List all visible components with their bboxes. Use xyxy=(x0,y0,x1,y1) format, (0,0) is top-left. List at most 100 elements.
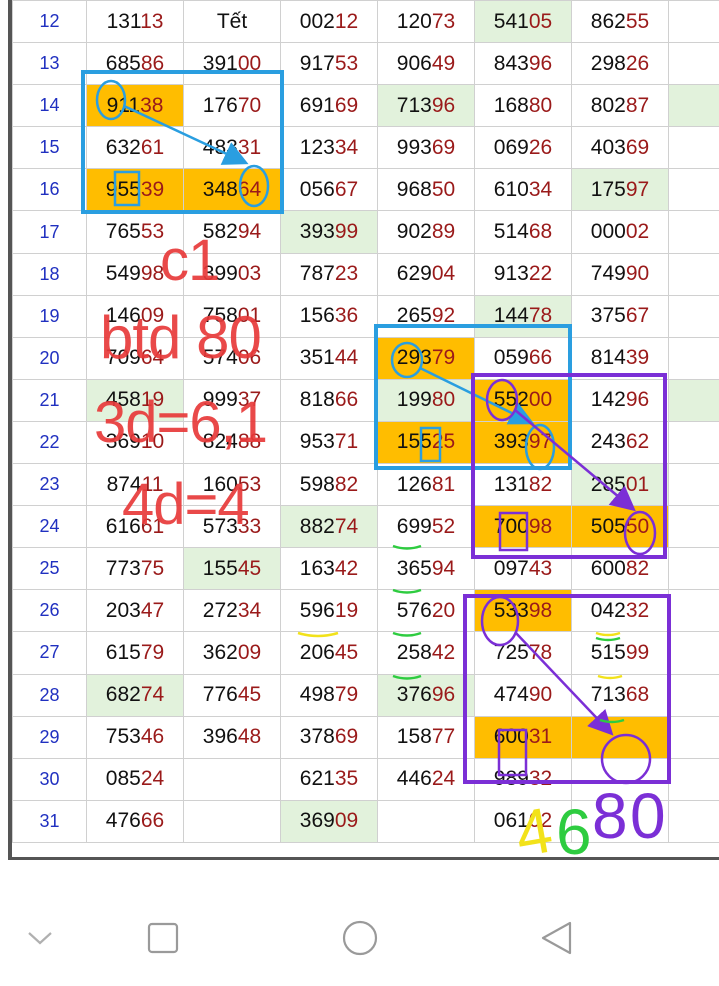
number-tail: 26 xyxy=(625,51,650,75)
result-cell xyxy=(668,715,719,759)
number-head: 913 xyxy=(493,262,529,286)
result-cell: 81866 xyxy=(280,378,378,422)
result-cell: 28501 xyxy=(571,463,669,507)
table-row: 18 54998 39903 78723 62904 91322 74990 xyxy=(12,252,719,296)
number-head: 446 xyxy=(396,767,432,791)
number-tail: 03 xyxy=(237,262,262,286)
number-tail: 44 xyxy=(334,346,359,370)
number-tail: 69 xyxy=(334,725,359,749)
result-cell: 26592 xyxy=(377,294,475,338)
result-cell: 59619 xyxy=(280,589,378,633)
triangle-left-icon[interactable] xyxy=(534,916,578,960)
result-cell xyxy=(668,294,719,338)
number-head: 552 xyxy=(493,388,529,412)
number-tail: 92 xyxy=(431,304,456,328)
number-tail: 24 xyxy=(140,767,165,791)
number-head: 176 xyxy=(202,93,238,117)
number-tail: 80 xyxy=(528,93,553,117)
result-cell: 35144 xyxy=(280,336,378,380)
number-head: 056 xyxy=(299,177,335,201)
number-tail: 09 xyxy=(334,809,359,833)
number-head: 787 xyxy=(299,262,335,286)
table-row: 23 87411 16053 59882 12681 13182 28501 xyxy=(12,463,719,507)
number-head: 610 xyxy=(493,177,529,201)
number-head: 142 xyxy=(590,388,626,412)
number-head: 725 xyxy=(493,640,529,664)
table-row: 14 91138 17670 69169 71396 16880 80287 xyxy=(12,84,719,128)
result-cell: 98932 xyxy=(474,757,572,801)
number-head: 682 xyxy=(105,683,141,707)
chevron-down-icon[interactable] xyxy=(18,916,62,960)
number-head: 843 xyxy=(493,51,529,75)
number-tail: 26 xyxy=(528,135,553,159)
result-cell: 37696 xyxy=(377,673,475,717)
number-head: 600 xyxy=(493,725,529,749)
number-head: 199 xyxy=(396,388,432,412)
result-cell: 86255 xyxy=(571,0,669,44)
result-cell: 25842 xyxy=(377,631,475,675)
square-icon[interactable] xyxy=(141,916,185,960)
circle-icon[interactable] xyxy=(338,916,382,960)
number-tail: 46 xyxy=(140,725,165,749)
number-head: 158 xyxy=(396,725,432,749)
result-cell: 05667 xyxy=(280,168,378,212)
number-head: 549 xyxy=(105,262,141,286)
result-cell: 17670 xyxy=(183,84,281,128)
number-head: 120 xyxy=(396,9,432,33)
number-tail: 34 xyxy=(528,177,553,201)
number-tail: 42 xyxy=(334,556,359,580)
result-cell: 15525 xyxy=(377,420,475,465)
number-tail: 79 xyxy=(140,640,165,664)
number-tail: 68 xyxy=(528,220,553,244)
result-cell: 16342 xyxy=(280,547,378,591)
number-tail: 66 xyxy=(334,388,359,412)
number-tail: 96 xyxy=(431,683,456,707)
day-number: 31 xyxy=(12,799,87,843)
result-cell: 13113 xyxy=(86,0,184,44)
number-head: 700 xyxy=(493,514,529,538)
result-cell: 14478 xyxy=(474,294,572,338)
number-tail: 49 xyxy=(431,51,456,75)
number-tail: 00 xyxy=(237,51,262,75)
result-cell: 69169 xyxy=(280,84,378,128)
number-head: 515 xyxy=(590,640,626,664)
number-head: 155 xyxy=(202,556,238,580)
number-tail: 74 xyxy=(334,514,359,538)
result-cell: 60031 xyxy=(474,715,572,759)
number-tail: 35 xyxy=(334,767,359,791)
result-cell: 84396 xyxy=(474,42,572,86)
result-cell: 39648 xyxy=(183,715,281,759)
number-head: 126 xyxy=(396,472,432,496)
result-cell: 15636 xyxy=(280,294,378,338)
number-tail: 45 xyxy=(237,683,262,707)
number-tail: 97 xyxy=(625,177,650,201)
result-cell: 29826 xyxy=(571,42,669,86)
number-head: 514 xyxy=(493,220,529,244)
table-row: 27 61579 36209 20645 25842 72578 51599 xyxy=(12,631,719,675)
number-head: 576 xyxy=(396,598,432,622)
number-tail: 39 xyxy=(140,177,165,201)
number-tail: 64 xyxy=(237,177,262,201)
number-head: 258 xyxy=(396,640,432,664)
number-tail: 24 xyxy=(431,767,456,791)
result-cell xyxy=(183,799,281,843)
day-number: 29 xyxy=(12,715,87,759)
number-tail: 36 xyxy=(334,304,359,328)
number-head: 393 xyxy=(493,430,529,454)
number-head: 348 xyxy=(202,177,238,201)
result-cell: 47666 xyxy=(86,799,184,843)
number-head: 265 xyxy=(396,304,432,328)
result-cell: 62904 xyxy=(377,252,475,296)
result-cell: 60082 xyxy=(571,547,669,591)
result-cell: 81439 xyxy=(571,336,669,380)
number-head: 600 xyxy=(590,556,626,580)
result-cell: 53398 xyxy=(474,589,572,633)
day-number: 12 xyxy=(12,0,87,44)
day-number: 26 xyxy=(12,589,87,633)
number-tail: 67 xyxy=(334,177,359,201)
result-cell: 39399 xyxy=(280,210,378,254)
result-cell: 75346 xyxy=(86,715,184,759)
number-head: 403 xyxy=(590,135,626,159)
number-head: 989 xyxy=(493,767,529,791)
result-cell: 78723 xyxy=(280,252,378,296)
